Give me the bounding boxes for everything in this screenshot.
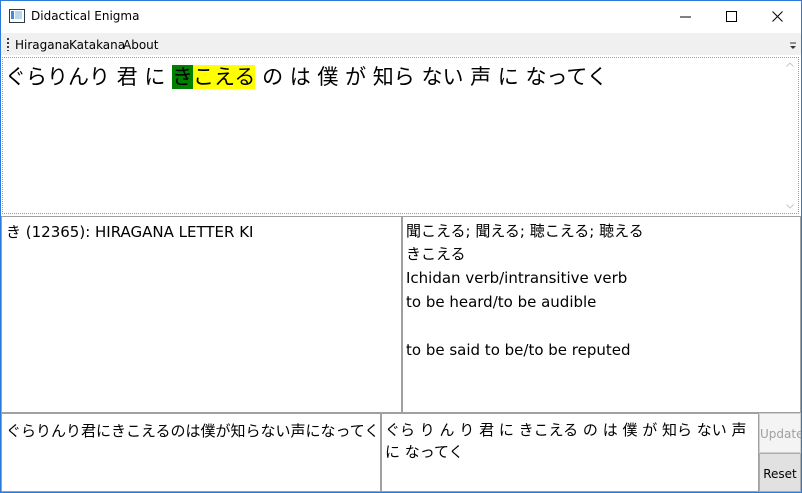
update-button[interactable]: Update [759,413,801,453]
scroll-down-icon[interactable] [786,204,794,209]
character-info: き (12365): HIRAGANA LETTER KI [6,223,254,241]
dict-sense-2: to be said to be/to be reputed [406,341,631,359]
window-title: Didactical Enigma [31,9,140,23]
spaced-output-text: ぐら り ん り 君 に きこえる の は 僕 が 知ら ない 声 に なってく [385,421,747,461]
reset-label: Reset [763,467,797,481]
app-window-icon [9,9,25,23]
update-label: Update [760,427,802,441]
close-button[interactable] [755,1,801,32]
text-before: ぐらりんり 君 に [5,65,173,89]
input-text-box[interactable]: ぐらりんり君にきこえるのは僕が知らない声になってく [1,413,381,492]
menu-bar: Hiragana Katakana About [1,33,801,55]
maximize-button[interactable] [709,1,755,32]
dict-sense-1: to be heard/to be audible [406,293,597,311]
spaced-output-box[interactable]: ぐら り ん り 君 に きこえる の は 僕 が 知ら ない 声 に なってく [381,413,759,492]
title-bar[interactable]: Didactical Enigma [1,1,801,32]
dict-reading: きこえる [406,245,466,263]
maximize-icon [726,11,737,22]
scroll-up-icon[interactable] [786,62,794,67]
app-window: Didactical Enigma Hiragana Katakana Abou… [0,0,802,493]
text-after: の は 僕 が 知ら ない 声 に なってく [255,65,608,89]
character-info-panel: き (12365): HIRAGANA LETTER KI [1,216,402,413]
highlight-selected-char[interactable]: き [172,65,194,89]
main-text-area[interactable]: ぐらりんり 君 に きこえる の は 僕 が 知ら ない 声 に なってく [2,57,799,214]
menu-katakana[interactable]: Katakana [69,38,125,52]
input-text: ぐらりんり君にきこえるのは僕が知らない声になってく [6,422,380,440]
dict-part-of-speech: Ichidan verb/intransitive verb [406,269,628,287]
vertical-scrollbar[interactable] [783,59,797,212]
dict-kanji-forms: 聞こえる; 聞える; 聴こえる; 聴える [406,222,644,240]
reset-button[interactable]: Reset [759,453,801,492]
highlight-word[interactable]: こえる [193,65,256,89]
dictionary-panel: 聞こえる; 聞える; 聴こえる; 聴える きこえる Ichidan verb/i… [402,216,801,413]
menu-hiragana[interactable]: Hiragana [15,38,70,52]
chevron-down-icon[interactable] [789,41,797,51]
toolbar-grip-icon[interactable] [7,38,9,51]
main-text-line: ぐらりんり 君 に きこえる の は 僕 が 知ら ない 声 に なってく [5,64,608,90]
close-icon [772,11,783,22]
minimize-icon [680,16,691,18]
menu-about[interactable]: About [123,38,158,52]
minimize-button[interactable] [663,1,709,32]
